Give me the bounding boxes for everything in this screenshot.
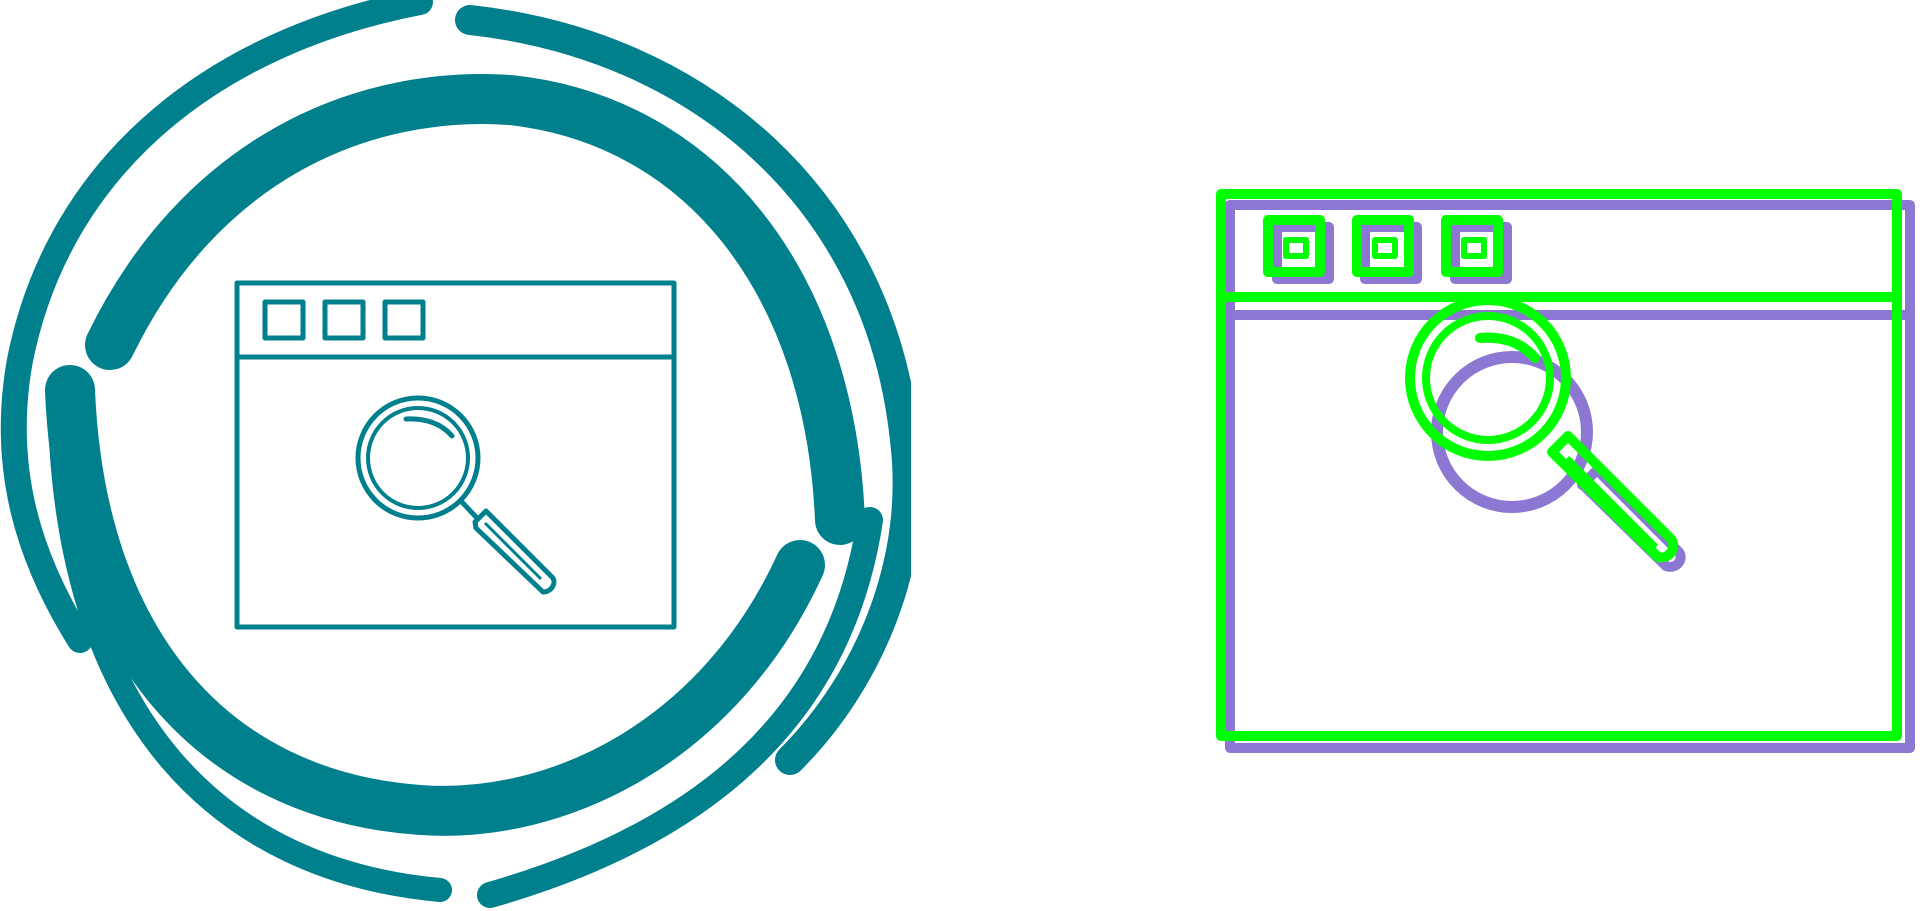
- magnifier-neck: [458, 498, 479, 520]
- magnifier-handle-green: [1547, 431, 1679, 563]
- browser-tab-inner-2-green: [1372, 237, 1398, 259]
- primary-layer: [1216, 189, 1902, 741]
- magnifier-handle-inner: [483, 521, 543, 581]
- browser-search-offset-svg: [1216, 189, 1915, 753]
- magnifier-handle-inner-green: [1564, 455, 1659, 550]
- browser-tab-box-3: [382, 299, 426, 341]
- browser-search-swirl-icon: [0, 0, 911, 911]
- magnifier-icon: [355, 395, 557, 595]
- magnifier-glare: [403, 416, 455, 439]
- browser-window-icon: [234, 280, 677, 630]
- swirl-arc-inner-bottom: [45, 365, 825, 836]
- browser-tab-inner-3-green: [1461, 237, 1487, 259]
- browser-tab-box-1: [262, 299, 306, 341]
- magnifier-lens-inner: [366, 406, 470, 510]
- magnifier-lens-green: [1405, 295, 1571, 461]
- swirl-arc-inner-top: [85, 74, 865, 545]
- browser-search-swirl-svg: [0, 0, 911, 908]
- browser-search-offset-icon: [1200, 160, 1920, 760]
- browser-tab-box-2: [322, 299, 366, 341]
- circular-swirl-icon: [0, 0, 911, 908]
- browser-tab-inner-1-green: [1283, 237, 1309, 259]
